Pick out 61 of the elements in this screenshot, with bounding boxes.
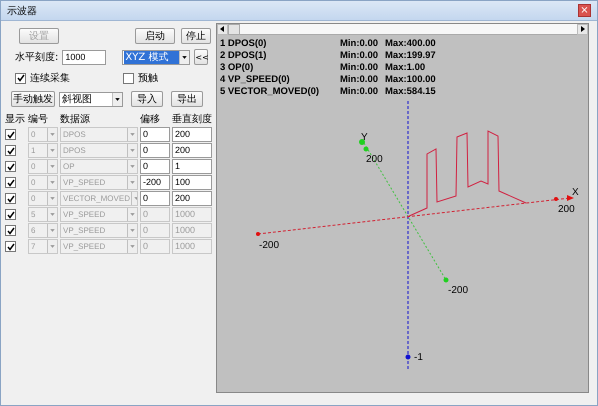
source-select[interactable]: DPOS	[60, 143, 138, 158]
index-select[interactable]: 0	[28, 159, 58, 174]
column-header: 显示	[5, 113, 26, 126]
axis-label: 200	[366, 155, 383, 165]
legend-name: 1 DPOS(0)	[220, 38, 268, 50]
source-select[interactable]: DPOS	[60, 127, 138, 142]
axis-label: -200	[448, 286, 468, 296]
offset-input[interactable]: 0	[140, 143, 170, 158]
legend-max: Max:400.00	[385, 38, 437, 50]
scale-input[interactable]: 200	[172, 143, 212, 158]
scale-input[interactable]: 1000	[62, 50, 106, 64]
mode-select[interactable]: XYZ 模式	[122, 50, 190, 64]
import-button[interactable]: 导入	[131, 91, 163, 107]
index-select[interactable]: 0	[28, 127, 58, 142]
checkbox-label: 预触	[138, 72, 158, 85]
legend-min: Min:0.00	[340, 50, 380, 62]
legend-name: 4 VP_SPEED(0)	[220, 74, 291, 86]
offset-input[interactable]: 0	[140, 191, 170, 206]
offset-input[interactable]: 0	[140, 127, 170, 142]
column-header: 数据源	[60, 113, 91, 126]
source-select[interactable]: VECTOR_MOVED	[60, 191, 138, 206]
close-button[interactable]: ×	[578, 4, 591, 17]
index-select[interactable]: 0	[28, 175, 58, 190]
start-button[interactable]: 启动	[135, 28, 175, 44]
scale-input[interactable]: 200	[172, 127, 212, 142]
source-select[interactable]: OP	[60, 159, 138, 174]
axis-label: Y	[361, 133, 368, 143]
legend-min: Min:0.00	[340, 62, 380, 74]
offset-input[interactable]: 0	[140, 159, 170, 174]
offset-input[interactable]: -200	[140, 175, 170, 190]
checkbox-label: 连续采集	[30, 72, 70, 85]
window-title: 示波器	[7, 4, 37, 18]
scale-input[interactable]: 200	[172, 191, 212, 206]
index-select[interactable]: 1	[28, 143, 58, 158]
scale-input[interactable]: 100	[172, 175, 212, 190]
legend-name: 5 VECTOR_MOVED(0)	[220, 86, 320, 98]
stop-button[interactable]: 停止	[181, 28, 211, 44]
source-select[interactable]: VP_SPEED	[60, 175, 138, 190]
axis-label: X	[572, 188, 579, 198]
legend-name: 2 DPOS(1)	[220, 50, 268, 62]
export-button[interactable]: 导出	[171, 91, 203, 107]
legend-max: Max:100.00	[385, 74, 437, 86]
scale-input[interactable]: 1	[172, 159, 212, 174]
legend-max: Max:584.15	[385, 86, 437, 98]
index-select[interactable]: 0	[28, 191, 58, 206]
view-select[interactable]: 斜视图	[59, 92, 123, 106]
legend-name: 3 OP(0)	[220, 62, 254, 74]
legend-min: Min:0.00	[340, 74, 380, 86]
column-header: 偏移	[140, 113, 161, 126]
legend-max: Max:199.97	[385, 50, 437, 62]
axis-label: 200	[558, 205, 575, 215]
column-header: 垂直刻度	[172, 112, 212, 126]
scale-label: 水平刻度:	[15, 50, 58, 64]
legend-max: Max:1.00	[385, 62, 426, 74]
axis-label: -1	[414, 353, 423, 363]
legend-min: Min:0.00	[340, 38, 380, 50]
legend-min: Min:0.00	[340, 86, 380, 98]
column-header: 编号	[28, 112, 49, 126]
trigger-button[interactable]: 手动触发	[11, 91, 55, 107]
axis-label: -200	[259, 241, 280, 251]
collapse-button[interactable]: <<	[194, 49, 208, 65]
